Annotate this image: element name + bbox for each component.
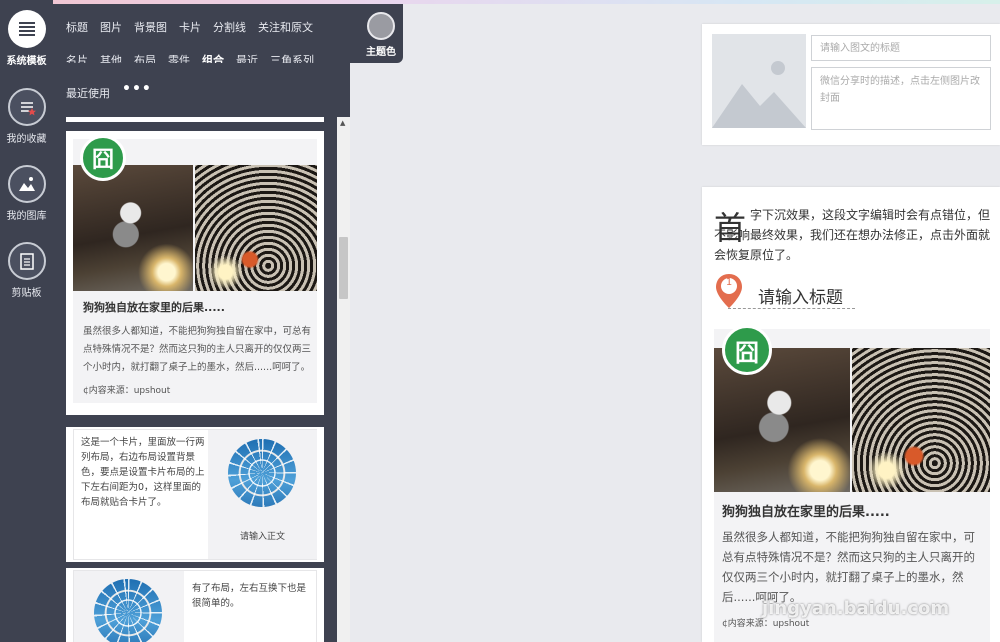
card-photos [73,165,317,291]
card-text: 这是一个卡片，里面放一行两列布局，右边布局设置背景色，要点是设置卡片布局的上下左… [81,437,205,508]
ferris-wheel-photo [94,579,162,642]
card-content: 囧 狗狗独自放在家里的后果..... 虽然很多人都知道，不能把狗狗独自留在家中，… [73,135,317,403]
image-placeholder-icon [712,61,806,128]
card-body: 虽然很多人都知道，不能把狗狗独自留在家中，可总有点特殊情况不是？然而这只狗的主人… [83,326,312,373]
card-right-column: 请输入正文 [208,430,317,559]
category-tab[interactable]: 图片 [94,19,128,35]
category-header: 标题 图片 背景图 卡片 分割线 关注和原文 名片 其他 布局 零件 组合 最近… [53,4,403,72]
theme-color-label: 主题色 [366,47,396,58]
category-tab[interactable]: 分割线 [207,19,252,35]
rail-label: 我的收藏 [6,134,47,145]
rail-label: 系统模板 [6,56,47,67]
article-meta-box: 请输入图文的标题 微信分享时的描述，点击左侧图片改封面 [702,24,1000,145]
card-layout-frame: 这是一个卡片，里面放一行两列布局，右边布局设置背景色，要点是设置卡片布局的上下左… [73,429,317,560]
dropcap-paragraph[interactable]: 字下沉效果，这段文字编辑时会有点错位，但不影响最终效果，我们还在想办法修正，点击… [714,205,994,265]
room-photo [195,165,317,291]
category-tab[interactable]: 标题 [60,19,94,35]
rail-item-clipboard[interactable]: 剪贴板 [0,242,53,299]
inserted-template-card[interactable]: 囧 狗狗独自放在家里的后果..... 虽然很多人都知道，不能把狗狗独自留在家中，… [714,325,990,642]
theme-color-swatch [367,12,395,40]
gallery-icon [7,165,46,203]
template-card-layout[interactable]: 这是一个卡片，里面放一行两列布局，右边布局设置背景色，要点是设置卡片布局的上下左… [66,427,324,562]
template-list: 囧 狗狗独自放在家里的后果..... 虽然很多人都知道，不能把狗狗独自留在家中，… [66,117,324,642]
card-body: 虽然很多人都知道，不能把狗狗独自留在家中，可总有点特殊情况不是？然而这只狗的主人… [722,530,975,604]
ferris-wheel-photo [228,439,296,507]
card-title: 狗狗独自放在家里的后果..... [722,505,890,520]
left-rail: 系统模板 我的收藏 我的图库 剪贴板 [0,0,53,642]
rail-item-gallery[interactable]: 我的图库 [0,165,53,222]
badge-icon: 囧 [80,135,126,181]
card-layout-frame: 有了布局，左右互换下也是很简单的。 [73,570,317,642]
template-list-scrollbar[interactable]: ▲ [337,117,350,642]
cover-image-placeholder[interactable] [712,34,806,128]
clipboard-icon [7,242,46,280]
rail-label: 我的图库 [6,211,47,222]
card-source: ¢内容来源：upshout [83,386,171,396]
category-row-3: 最近使用 ••• [60,81,158,101]
rail-item-system-templates[interactable]: 系统模板 [0,10,53,67]
category-tab[interactable]: 最近使用 [60,85,116,101]
heading-input[interactable]: 请输入标题 [728,283,855,309]
article-description-input[interactable]: 微信分享时的描述，点击左侧图片改封面 [811,67,991,130]
favorites-icon [7,88,46,126]
template-card-previous[interactable] [66,117,324,122]
dog-photo [73,165,193,291]
article-title-input[interactable]: 请输入图文的标题 [811,35,991,61]
card-left-column [74,571,184,642]
card-caption: 请输入正文 [239,532,285,542]
more-categories-button[interactable]: ••• [116,81,158,101]
scrollbar-thumb[interactable] [339,237,348,299]
category-tab[interactable]: 关注和原文 [252,19,319,35]
card-text: 有了布局，左右互换下也是很简单的。 [192,583,307,609]
rail-item-favorites[interactable]: 我的收藏 [0,88,53,145]
rail-label: 剪贴板 [11,288,42,299]
card-title: 狗狗独自放在家里的后果..... [83,301,225,314]
article-editor[interactable]: 首 字下沉效果，这段文字编辑时会有点错位，但不影响最终效果，我们还在想办法修正，… [702,187,1000,642]
room-photo [852,348,990,492]
category-tab[interactable]: 卡片 [173,19,207,35]
baidu-jingyan-watermark: jingyan.baidu.com [762,598,950,619]
template-card-dog[interactable]: 囧 狗狗独自放在家里的后果..... 虽然很多人都知道，不能把狗狗独自留在家中，… [66,131,324,415]
scroll-up-arrow-icon[interactable]: ▲ [340,119,345,127]
theme-color-button[interactable]: 主题色 [361,12,401,58]
badge-icon: 囧 [722,325,772,375]
template-list-icon [7,10,46,48]
template-panel: 最近使用 ••• 囧 狗狗独自放在家里的后果..... 虽然很多人都知道，不能把… [53,63,350,642]
template-card-layout-swapped[interactable]: 有了布局，左右互换下也是很简单的。 [66,568,324,642]
category-row-1: 标题 图片 背景图 卡片 分割线 关注和原文 [60,19,319,35]
category-tab[interactable]: 背景图 [128,19,173,35]
